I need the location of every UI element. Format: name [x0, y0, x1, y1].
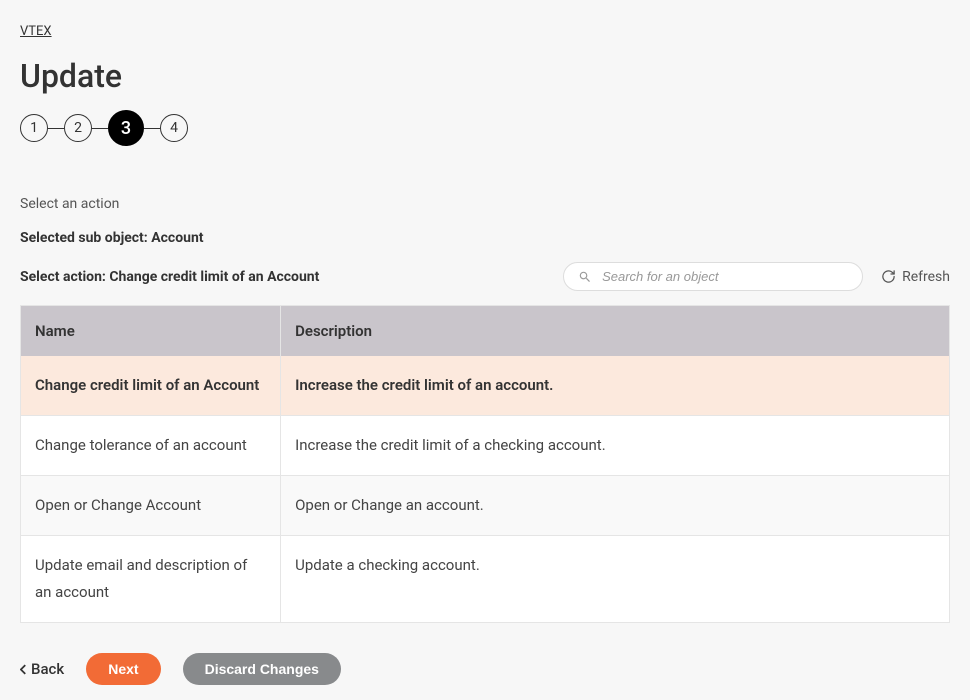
back-label: Back: [31, 660, 64, 678]
table-body: Change credit limit of an AccountIncreas…: [21, 356, 950, 623]
search-box[interactable]: [563, 262, 863, 291]
step-4[interactable]: 4: [160, 114, 188, 142]
table-row[interactable]: Update email and description of an accou…: [21, 536, 950, 623]
selected-sub-object: Selected sub object: Account: [20, 230, 950, 246]
back-button[interactable]: Back: [20, 660, 64, 678]
step-connector: [48, 128, 64, 129]
table-header-name: Name: [21, 306, 281, 357]
stepper: 1234: [20, 110, 950, 146]
table-row[interactable]: Change tolerance of an accountIncrease t…: [21, 416, 950, 476]
step-3[interactable]: 3: [108, 110, 144, 146]
row-description: Update a checking account.: [281, 536, 950, 623]
step-2[interactable]: 2: [64, 114, 92, 142]
row-description: Open or Change an account.: [281, 476, 950, 536]
refresh-button[interactable]: Refresh: [881, 269, 950, 285]
refresh-label: Refresh: [902, 269, 950, 285]
actions-table: Name Description Change credit limit of …: [20, 305, 950, 623]
breadcrumb[interactable]: VTEX: [20, 24, 52, 39]
row-name: Change tolerance of an account: [21, 416, 281, 476]
table-row[interactable]: Open or Change AccountOpen or Change an …: [21, 476, 950, 536]
select-action-label: Select action: Change credit limit of an…: [20, 269, 319, 285]
step-connector: [144, 128, 160, 129]
row-name: Open or Change Account: [21, 476, 281, 536]
row-name: Update email and description of an accou…: [21, 536, 281, 623]
row-description: Increase the credit limit of an account.: [281, 356, 950, 416]
step-connector: [92, 128, 108, 129]
table-header-description: Description: [281, 306, 950, 357]
step-1[interactable]: 1: [20, 114, 48, 142]
discard-button[interactable]: Discard Changes: [183, 653, 341, 685]
search-input[interactable]: [602, 269, 848, 284]
table-row[interactable]: Change credit limit of an AccountIncreas…: [21, 356, 950, 416]
refresh-icon: [881, 269, 896, 284]
section-label: Select an action: [20, 196, 950, 212]
row-name: Change credit limit of an Account: [21, 356, 281, 416]
row-description: Increase the credit limit of a checking …: [281, 416, 950, 476]
page-title: Update: [20, 57, 950, 95]
next-button[interactable]: Next: [86, 653, 160, 685]
chevron-left-icon: [20, 664, 27, 675]
search-icon: [578, 270, 592, 284]
